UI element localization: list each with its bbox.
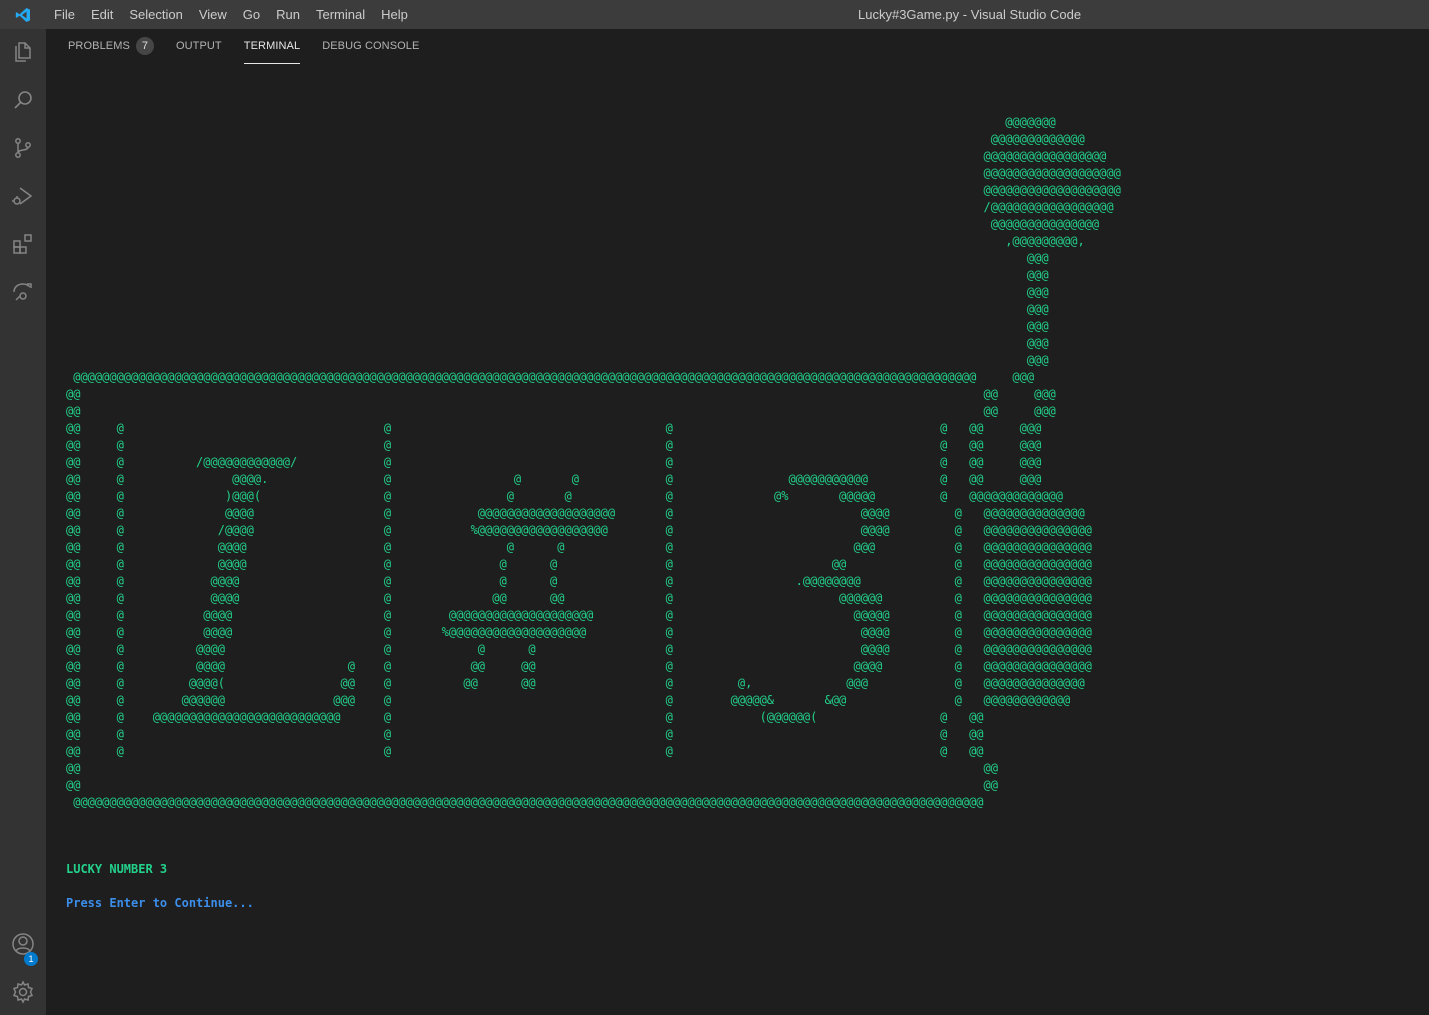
menu-file[interactable]: File bbox=[46, 0, 83, 29]
tab-problems[interactable]: PROBLEMS 7 bbox=[68, 29, 154, 63]
search-icon[interactable] bbox=[0, 77, 46, 123]
problems-count-badge: 7 bbox=[135, 37, 154, 55]
terminal-ascii-art: @@@@@@@ @@@@@@@@@@@@@ @@@@@@@@@@@@@@@@@ … bbox=[66, 115, 1121, 809]
menu-run[interactable]: Run bbox=[268, 0, 308, 29]
menu-bar: File Edit Selection View Go Run Terminal… bbox=[46, 0, 416, 29]
panel-tabs: PROBLEMS 7 OUTPUT TERMINAL DEBUG CONSOLE bbox=[46, 29, 1429, 65]
menu-edit[interactable]: Edit bbox=[83, 0, 121, 29]
tab-terminal[interactable]: TERMINAL bbox=[243, 29, 301, 64]
title-bar: File Edit Selection View Go Run Terminal… bbox=[0, 0, 1429, 29]
source-control-icon[interactable] bbox=[0, 125, 46, 171]
terminal-lucky-number-text: LUCKY NUMBER 3 bbox=[66, 862, 168, 876]
menu-selection[interactable]: Selection bbox=[121, 0, 190, 29]
extensions-icon[interactable] bbox=[0, 221, 46, 267]
vscode-logo-icon bbox=[0, 0, 46, 29]
tab-output-label: OUTPUT bbox=[175, 40, 222, 52]
menu-terminal[interactable]: Terminal bbox=[308, 0, 373, 29]
menu-view[interactable]: View bbox=[191, 0, 235, 29]
explorer-icon[interactable] bbox=[0, 29, 46, 75]
account-badge: 1 bbox=[24, 952, 38, 966]
run-debug-icon[interactable] bbox=[0, 173, 46, 219]
tab-terminal-label: TERMINAL bbox=[243, 40, 301, 52]
tab-debug-console[interactable]: DEBUG CONSOLE bbox=[322, 29, 419, 63]
remote-explorer-icon[interactable] bbox=[0, 269, 46, 315]
tab-debug-console-label: DEBUG CONSOLE bbox=[322, 40, 420, 52]
settings-gear-icon[interactable] bbox=[0, 969, 46, 1015]
tab-problems-label: PROBLEMS bbox=[68, 40, 130, 52]
tab-output[interactable]: OUTPUT bbox=[176, 29, 222, 63]
menu-help[interactable]: Help bbox=[373, 0, 416, 29]
activity-bar: 1 bbox=[0, 29, 46, 1015]
account-icon[interactable]: 1 bbox=[0, 921, 46, 967]
terminal-press-enter-prompt: Press Enter to Continue... bbox=[66, 896, 254, 910]
menu-go[interactable]: Go bbox=[235, 0, 268, 29]
